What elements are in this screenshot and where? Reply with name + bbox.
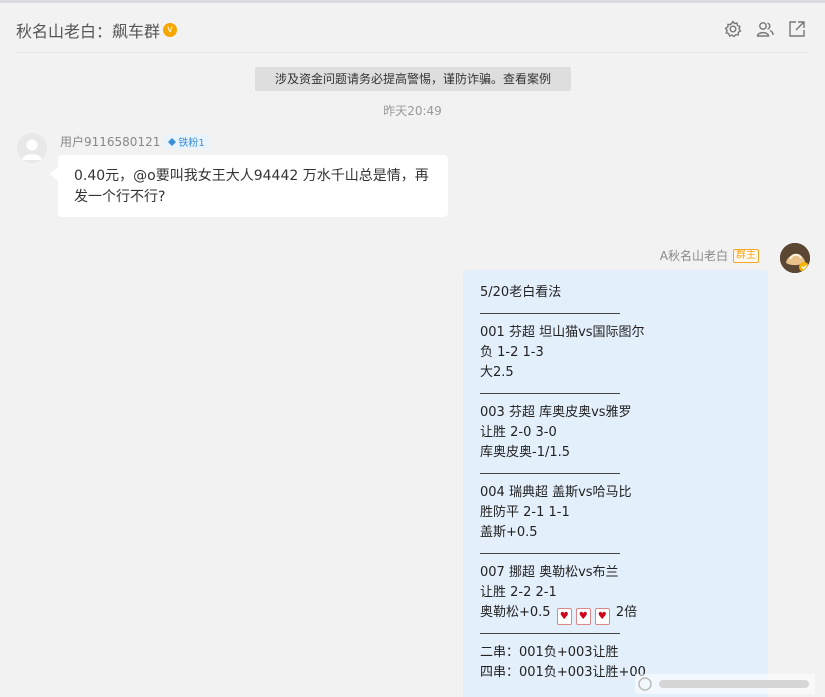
message-text-line: 库奥皮奥-1/1.5 [480,445,571,460]
message-text-line: 5/20老白看法 [480,285,562,300]
message-text-segment: 奥勒松+0.5 [480,605,551,620]
message-text-line: 007 挪超 奥勒松vs布兰 [480,565,619,580]
message-timestamp: 昨天20:49 [383,104,442,118]
default-avatar-icon [22,139,42,160]
message-text-line: 大2.5 [480,365,514,380]
sender-name[interactable]: A秋名山老白 [660,247,728,264]
profile-photo-icon [780,243,810,273]
heart-card-icon: ♥ [556,608,572,625]
sender-name[interactable]: 用户9116580121 [60,133,160,150]
gear-icon[interactable] [723,19,743,39]
heart-card-icon: ♥ [594,608,610,625]
chat-header: 秋名山老白：飙车群 v [0,3,825,53]
message-text-line: 二串：001负+003让胜 [480,645,619,660]
fan-badge: 铁粉1 [164,134,209,149]
message-text-line: 0.40元，@o要叫我女王大人94442 万水千山总是情，再 [74,168,429,184]
message-text-line: 发一个行不行? [74,189,166,205]
diamond-icon [168,137,177,146]
fraud-warning-notice[interactable]: 涉及资金问题请务必提高警惕，谨防诈骗。查看案例 [255,67,571,91]
message-text-segment: 2倍 [615,605,638,620]
message-separator [480,303,620,314]
outgoing-message-bubble: 5/20老白看法 001 芬超 坦山猫vs国际图尔 负 1-2 1-3 大2.5… [463,270,768,697]
message-text-line: 让胜 2-0 3-0 [480,425,557,440]
message-text-line: 001 芬超 坦山猫vs国际图尔 [480,325,645,340]
users-icon[interactable] [755,19,775,39]
message-text-line: 奥勒松+0.5 ♥ ♥ ♥ 2倍 [480,603,751,625]
message-text-line: 003 芬超 库奥皮奥vs雅罗 [480,405,632,420]
share-icon[interactable] [787,19,807,39]
message-separator [480,383,620,394]
message-separator [480,463,620,474]
avatar[interactable] [17,133,47,163]
heart-card-icon: ♥ [575,608,591,625]
incoming-message-bubble: 0.40元，@o要叫我女王大人94442 万水千山总是情，再 发一个行不行? [50,155,448,217]
outgoing-sender-row: A秋名山老白 群主 [660,247,759,264]
chat-title-text: 秋名山老白：飙车群 [16,22,161,41]
vip-badge-icon: v [163,23,178,37]
message-text-line: 负 1-2 1-3 [480,345,544,360]
fan-badge-label: 铁粉1 [178,138,205,149]
message-text-line: 盖斯+0.5 [480,525,538,540]
weibo-watermark-icon [635,674,815,694]
header-actions [723,19,807,39]
group-owner-badge: 群主 [733,248,759,263]
message-text-line: 让胜 2-2 2-1 [480,585,557,600]
message-text-line: 胜防平 2-1 1-1 [480,505,570,520]
message-text-line: 004 瑞典超 盖斯vs哈马比 [480,485,632,500]
header-divider [16,52,809,53]
avatar[interactable] [780,243,810,273]
incoming-sender-row: 用户9116580121 铁粉1 [60,133,209,150]
message-separator [480,543,620,554]
chat-title: 秋名山老白：飙车群 v [16,18,178,42]
